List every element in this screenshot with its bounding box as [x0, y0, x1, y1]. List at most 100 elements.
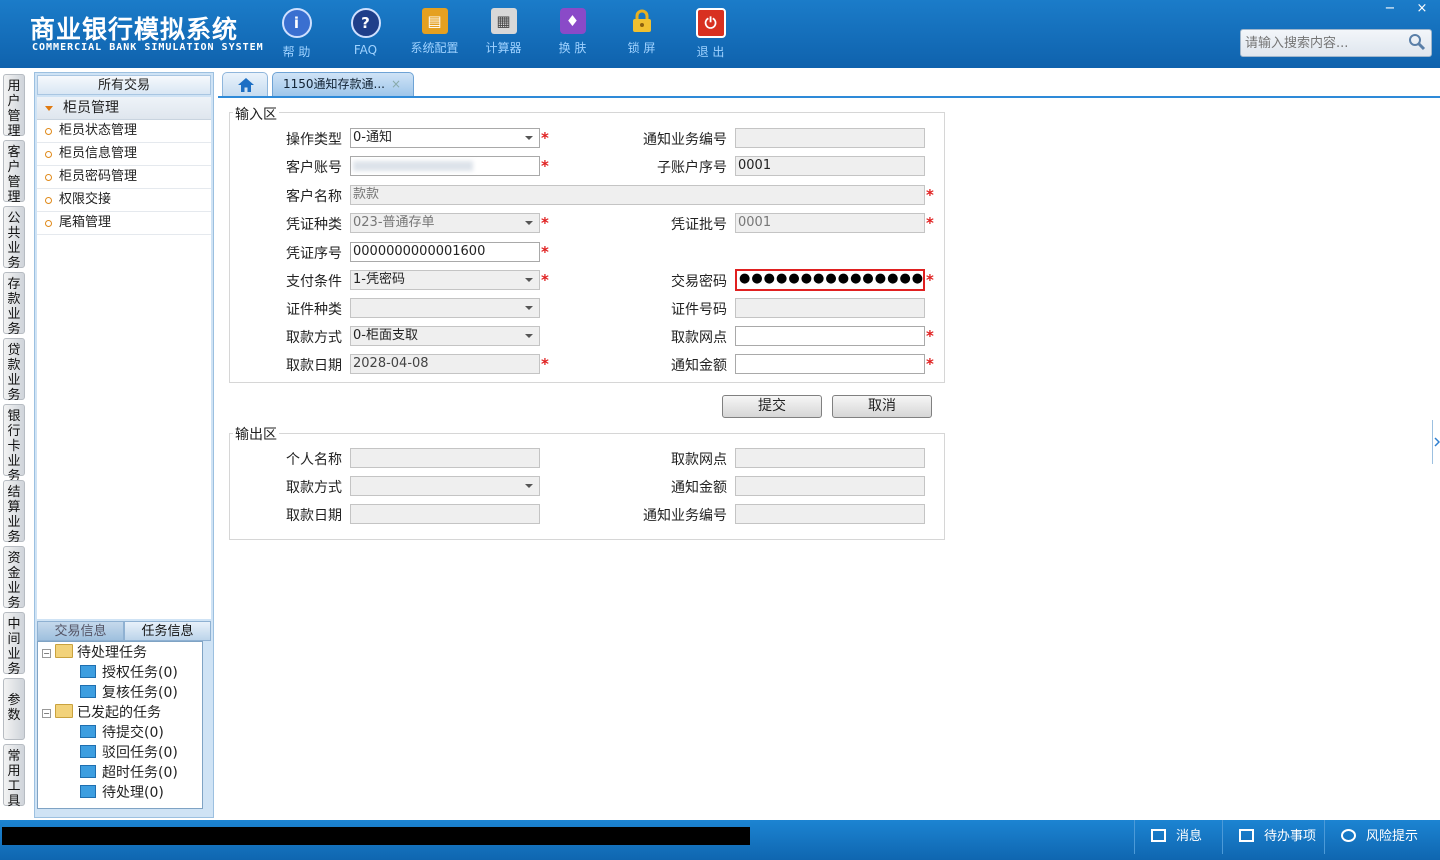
- menu-item-tail-box[interactable]: 尾箱管理: [37, 212, 211, 235]
- main-toolbar: i 帮 助 ? FAQ ▤ 系统配置 ▦ 计算器 ♦ 换 肤 锁 屏 ⏻ 退 出: [262, 8, 745, 60]
- right-panel-handle[interactable]: [1432, 420, 1440, 464]
- tree-leaf-to-process[interactable]: 待处理(0): [80, 783, 164, 803]
- sub-account-field[interactable]: 0001: [735, 156, 925, 176]
- tab-notice-deposit[interactable]: 1150通知存款通... ×: [272, 72, 414, 96]
- tree-node-pending[interactable]: − 待处理任务: [42, 643, 147, 663]
- label-withdraw-method: 取款方式: [286, 330, 342, 346]
- skin-icon: ♦: [559, 8, 586, 34]
- calculator-icon: ▦: [490, 8, 517, 34]
- out-withdraw-date-field: [350, 504, 540, 524]
- label-notice-no: 通知业务编号: [643, 132, 727, 148]
- help-button[interactable]: i 帮 助: [262, 8, 331, 60]
- close-tab-icon[interactable]: ×: [391, 73, 401, 95]
- menu-group-teller-management[interactable]: 柜员管理: [37, 97, 211, 120]
- account-field[interactable]: [350, 156, 540, 176]
- vtab-parameters[interactable]: 参数: [3, 678, 25, 740]
- app-subtitle: COMMERCIAL BANK SIMULATION SYSTEM: [32, 42, 264, 53]
- tree-leaf-authorize[interactable]: 授权任务(0): [80, 663, 178, 683]
- tab-transaction-info[interactable]: 交易信息: [37, 621, 124, 641]
- bullet-icon: [45, 128, 52, 135]
- voucher-type-select[interactable]: 023-普通存单: [350, 213, 540, 233]
- status-message-area: [2, 827, 750, 845]
- notice-amount-field[interactable]: [735, 354, 925, 374]
- required-mark: *: [541, 157, 549, 175]
- task-icon: [80, 745, 96, 758]
- withdraw-date-field[interactable]: 2028-04-08: [350, 354, 540, 374]
- faq-button[interactable]: ? FAQ: [331, 8, 400, 60]
- vtab-bank-card-business[interactable]: 银行卡业务: [3, 404, 25, 484]
- input-area-legend: 输入区: [233, 104, 279, 124]
- vtab-loan-business[interactable]: 贷款业务: [3, 338, 25, 403]
- tree-leaf-timeout[interactable]: 超时任务(0): [80, 763, 178, 783]
- label-out-withdraw-branch: 取款网点: [671, 452, 727, 468]
- label-out-withdraw-method: 取款方式: [286, 480, 342, 496]
- help-icon: i: [281, 8, 312, 38]
- label-withdraw-date: 取款日期: [286, 358, 342, 374]
- bullet-icon: [45, 220, 52, 227]
- id-type-select[interactable]: [350, 298, 540, 318]
- label-out-notice-amount: 通知金额: [671, 480, 727, 496]
- collapse-icon[interactable]: −: [42, 649, 51, 658]
- tree-leaf-rejected[interactable]: 驳回任务(0): [80, 743, 178, 763]
- required-mark: *: [541, 243, 549, 261]
- close-window-button[interactable]: ×: [1408, 0, 1436, 18]
- op-type-select[interactable]: 0-通知: [350, 128, 540, 148]
- search-icon[interactable]: [1408, 33, 1426, 51]
- lock-screen-button[interactable]: 锁 屏: [607, 8, 676, 60]
- withdraw-branch-field[interactable]: [735, 326, 925, 346]
- cancel-button[interactable]: 取消: [832, 395, 932, 418]
- label-trade-password: 交易密码: [671, 274, 727, 290]
- system-config-button[interactable]: ▤ 系统配置: [400, 8, 469, 60]
- collapse-icon[interactable]: −: [42, 709, 51, 718]
- menu-item-permission-handover[interactable]: 权限交接: [37, 189, 211, 212]
- tab-home[interactable]: [222, 72, 268, 96]
- label-withdraw-branch: 取款网点: [671, 330, 727, 346]
- risk-alert-button[interactable]: 风险提示: [1324, 820, 1440, 854]
- pay-condition-select[interactable]: 1-凭密码: [350, 270, 540, 290]
- task-icon: [80, 765, 96, 778]
- todo-button[interactable]: 待办事项: [1222, 820, 1339, 854]
- vtab-common-tools[interactable]: 常用工具: [3, 744, 25, 809]
- withdraw-method-select[interactable]: 0-柜面支取: [350, 326, 540, 346]
- menu-item-teller-info[interactable]: 柜员信息管理: [37, 143, 211, 166]
- calculator-button[interactable]: ▦ 计算器: [469, 8, 538, 60]
- task-tree: − 待处理任务 授权任务(0) 复核任务(0) − 已发起的任务 待提交(0) 驳回…: [37, 641, 203, 809]
- logout-button[interactable]: ⏻ 退 出: [676, 8, 745, 60]
- vtab-settlement-business[interactable]: 结算业务: [3, 480, 25, 545]
- label-op-type: 操作类型: [286, 132, 342, 148]
- vtab-deposit-business[interactable]: 存款业务: [3, 272, 25, 337]
- minimize-button[interactable]: −: [1376, 0, 1404, 18]
- power-icon: ⏻: [695, 8, 726, 38]
- vtab-customer-management[interactable]: 客户管理: [3, 140, 25, 205]
- search-input[interactable]: [1241, 30, 1405, 56]
- trade-password-field[interactable]: ●●●●●●●●●●●●●●●: [735, 269, 925, 291]
- notice-no-field[interactable]: [735, 128, 925, 148]
- id-no-field[interactable]: [735, 298, 925, 318]
- vtab-user-management[interactable]: 用户管理: [3, 74, 25, 139]
- vtab-public-business[interactable]: 公共业务: [3, 206, 25, 271]
- app-title: 商业银行模拟系统: [30, 15, 239, 44]
- app-header: 商业银行模拟系统 COMMERCIAL BANK SIMULATION SYST…: [0, 0, 1440, 68]
- out-withdraw-method-select: [350, 476, 540, 496]
- voucher-no-field[interactable]: 0000000000001600: [350, 242, 540, 262]
- label-pay-condition: 支付条件: [286, 274, 342, 290]
- envelope-icon: [1151, 829, 1166, 842]
- required-mark: *: [926, 214, 934, 232]
- tree-leaf-to-submit[interactable]: 待提交(0): [80, 723, 164, 743]
- required-mark: *: [926, 186, 934, 204]
- submit-button[interactable]: 提交: [722, 395, 822, 418]
- tree-leaf-review[interactable]: 复核任务(0): [80, 683, 178, 703]
- label-sub-account: 子账户序号: [657, 160, 727, 176]
- tab-task-info[interactable]: 任务信息: [124, 621, 211, 641]
- menu-item-teller-password[interactable]: 柜员密码管理: [37, 166, 211, 189]
- voucher-batch-field[interactable]: 0001: [735, 213, 925, 233]
- chevron-right-icon: [1434, 437, 1440, 447]
- tree-node-initiated[interactable]: − 已发起的任务: [42, 703, 161, 723]
- vtab-fund-business[interactable]: 资金业务: [3, 546, 25, 611]
- chat-bubble-icon: [1341, 829, 1356, 842]
- skin-button[interactable]: ♦ 换 肤: [538, 8, 607, 60]
- vtab-intermediate-business[interactable]: 中间业务: [3, 612, 25, 677]
- menu-item-teller-status[interactable]: 柜员状态管理: [37, 120, 211, 143]
- bullet-icon: [45, 151, 52, 158]
- customer-name-field[interactable]: 款款: [350, 185, 925, 205]
